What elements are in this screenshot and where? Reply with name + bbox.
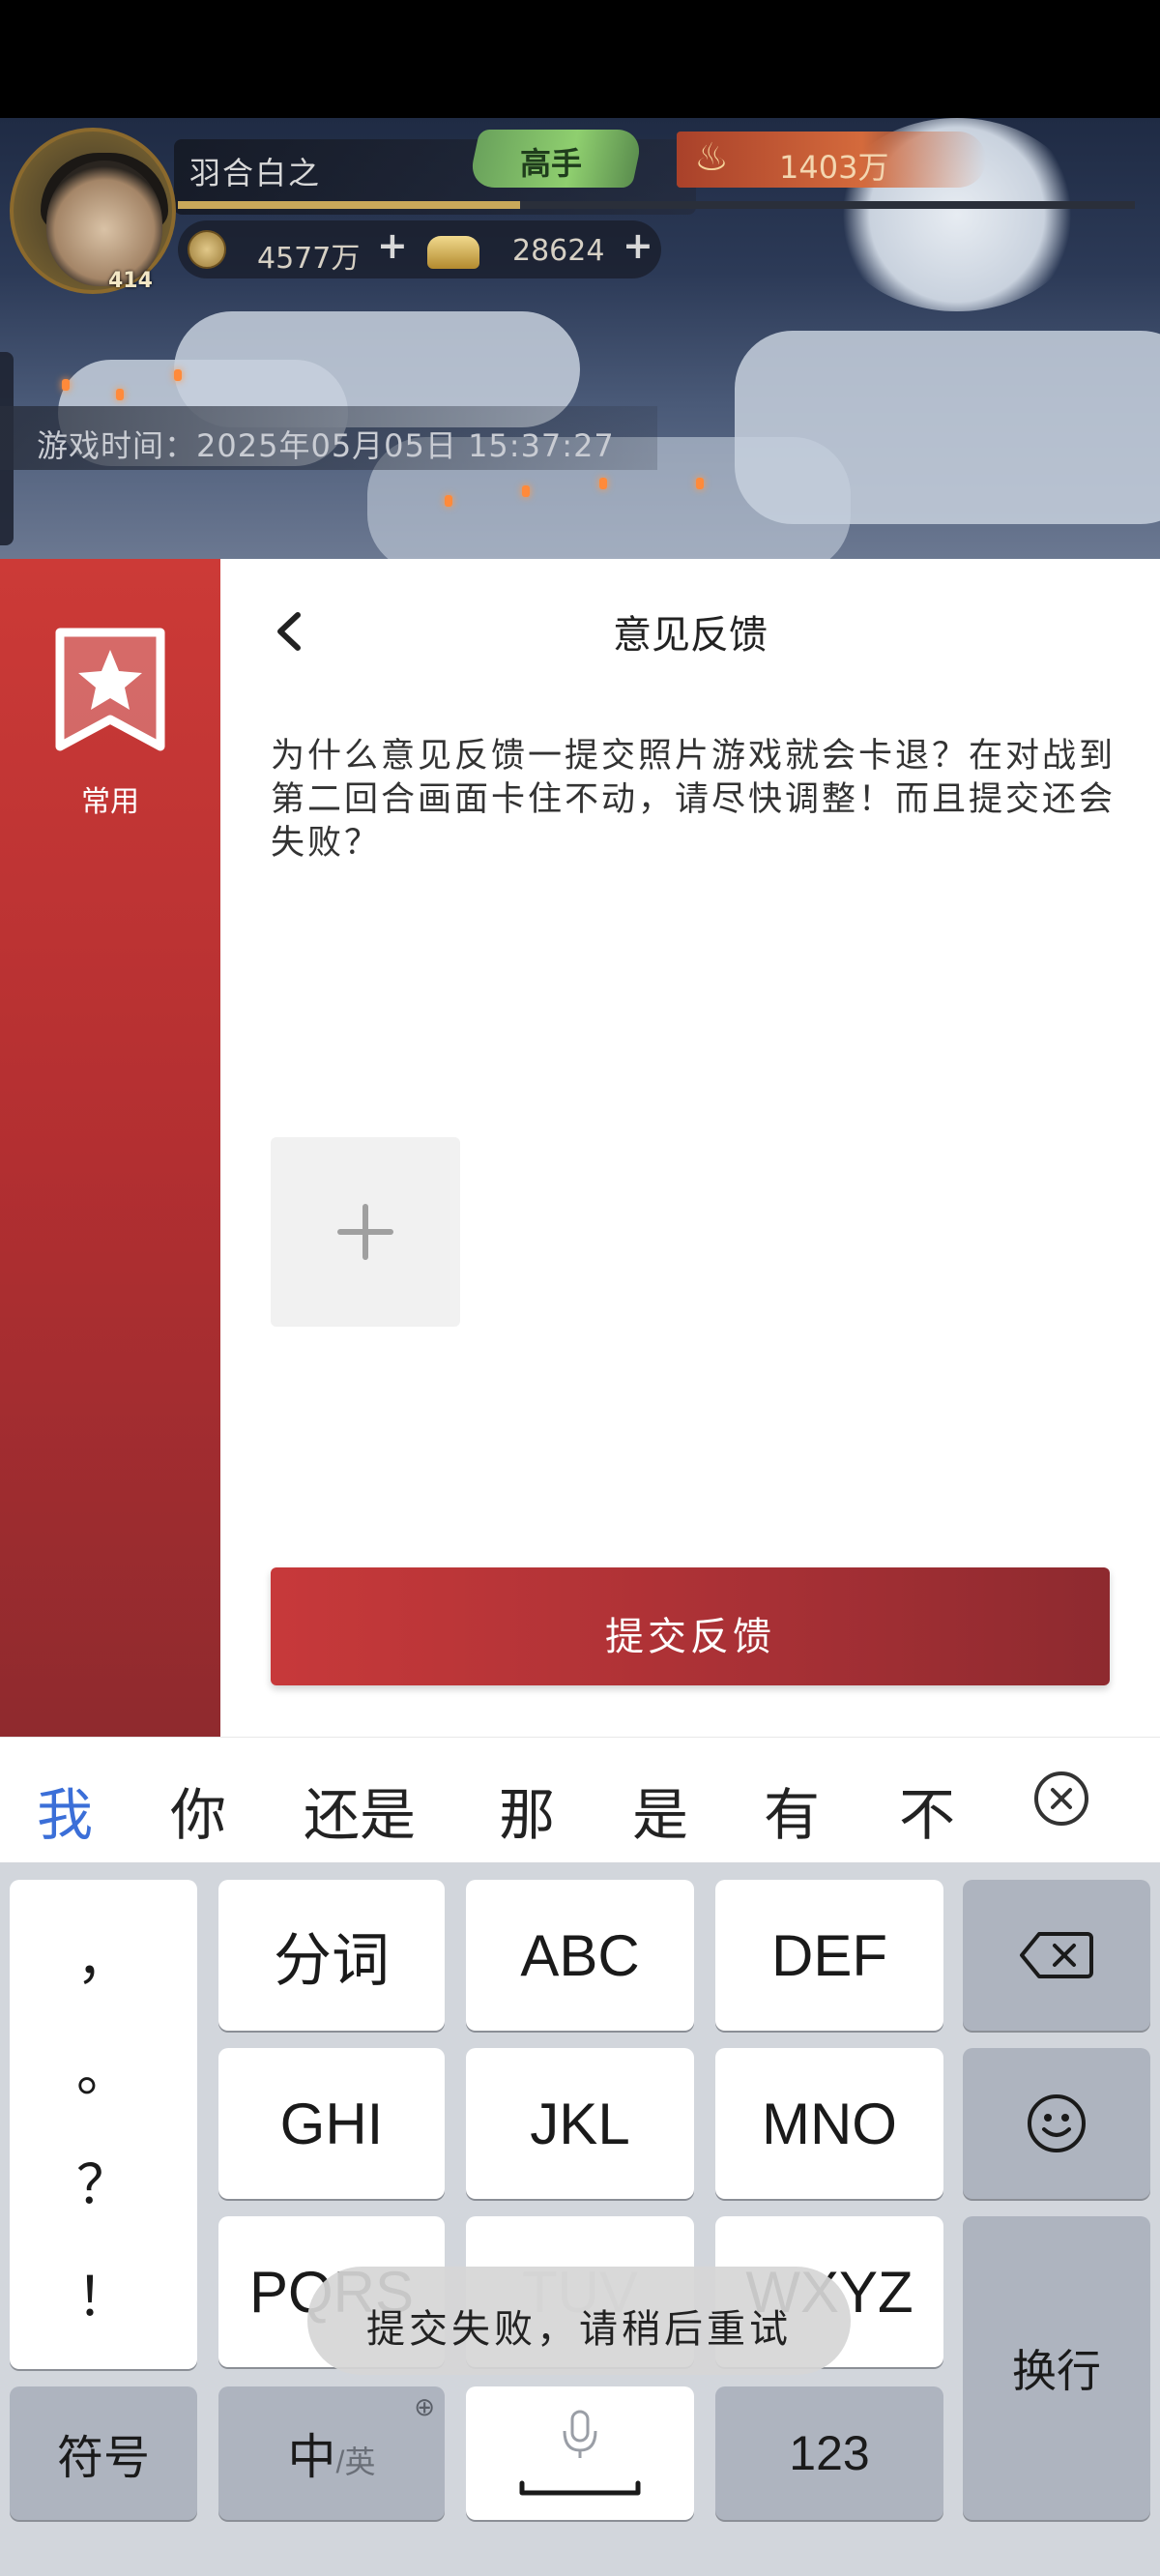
lang-main-label: 中 [287, 2430, 336, 2484]
punctuation-key[interactable]: ， 。 ？ ！ [10, 1880, 197, 2369]
key-mno[interactable]: MNO [715, 2048, 943, 2199]
microphone-icon [519, 2410, 641, 2496]
plus-icon [337, 1204, 393, 1260]
key-def[interactable]: DEF [715, 1880, 943, 2031]
power-icon: ♨ [694, 135, 729, 180]
bookmark-star-icon[interactable] [50, 623, 170, 756]
lantern [599, 478, 607, 489]
avatar-level: 414 [108, 269, 153, 293]
newline-key[interactable]: 换行 [963, 2216, 1150, 2520]
sidebar-item-label[interactable]: 常用 [0, 777, 220, 820]
key-ghi[interactable]: GHI [218, 2048, 445, 2199]
rank-badge: 高手 [467, 130, 645, 188]
candidate-word[interactable]: 不 [899, 1770, 955, 1851]
ingot-amount: 28624 [512, 234, 605, 268]
lantern [522, 485, 530, 497]
status-bar [0, 0, 1160, 118]
page-title: 意见反馈 [613, 613, 768, 658]
punct-period[interactable]: 。 [76, 2029, 130, 2107]
candidate-word[interactable]: 还是 [304, 1770, 416, 1851]
submit-feedback-label[interactable]: 提交反馈 [271, 1605, 1110, 1661]
coin-amount: 4577万 [257, 242, 361, 276]
candidate-word[interactable]: 你 [170, 1770, 226, 1851]
lantern [116, 389, 124, 400]
power-value: 1403万 [779, 149, 889, 186]
player-name: 羽合白之 [189, 155, 322, 191]
add-coins-button[interactable]: + [377, 224, 408, 267]
space-key[interactable] [466, 2386, 694, 2520]
punct-comma[interactable]: ， [76, 1917, 130, 1995]
candidate-word[interactable]: 有 [764, 1770, 820, 1851]
close-candidates-button[interactable] [1034, 1771, 1088, 1826]
lantern [445, 495, 452, 507]
lang-sub-label: /英 [335, 2444, 376, 2479]
feedback-textarea[interactable]: 为什么意见反馈一提交照片游戏就会卡退？在对战到第二回合画面卡住不动，请尽快调整！… [271, 735, 1121, 865]
coin-icon [188, 230, 226, 269]
add-ingots-button[interactable]: + [623, 224, 653, 267]
game-time-value: 2025年05月05日 15:37:27 [196, 427, 615, 464]
lantern [174, 369, 182, 381]
rank-label: 高手 [520, 145, 583, 182]
key-jkl[interactable]: JKL [466, 2048, 694, 2199]
avatar-face [46, 161, 162, 286]
lantern [696, 478, 704, 489]
backspace-key[interactable] [963, 1880, 1150, 2031]
candidate-word[interactable]: 我 [37, 1770, 93, 1851]
close-icon [1051, 1788, 1072, 1809]
segment-key[interactable]: 分词 [218, 1880, 445, 2031]
backspace-icon [1020, 1932, 1093, 1978]
candidate-word[interactable]: 那 [499, 1770, 555, 1851]
add-photo-button[interactable] [271, 1137, 460, 1327]
punct-exclaim[interactable]: ！ [76, 2254, 130, 2332]
smiley-icon [1028, 2094, 1086, 2152]
emoji-key[interactable] [963, 2048, 1150, 2199]
xp-bar-fill [178, 201, 520, 209]
candidate-word[interactable]: 是 [632, 1770, 688, 1851]
avatar[interactable]: 414 [10, 128, 176, 294]
symbols-key[interactable]: 符号 [10, 2386, 197, 2520]
language-toggle-key[interactable]: 中/英 ⊕ [218, 2386, 445, 2520]
toast-message: 提交失败，请稍后重试 [366, 2307, 792, 2352]
globe-icon: ⊕ [414, 2392, 435, 2421]
lantern [62, 379, 70, 391]
key-abc[interactable]: ABC [466, 1880, 694, 2031]
punct-question[interactable]: ？ [76, 2142, 130, 2220]
game-time: 游戏时间：2025年05月05日 15:37:27 [37, 422, 615, 466]
number-mode-key[interactable]: 123 [715, 2386, 943, 2520]
ingot-icon [427, 236, 479, 269]
game-time-label: 游戏时间： [37, 427, 197, 464]
